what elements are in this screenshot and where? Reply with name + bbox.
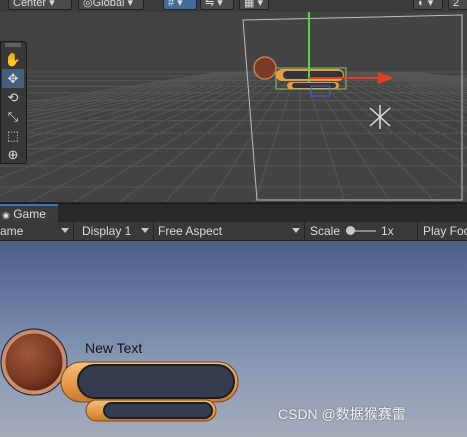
scale-value: 1x <box>381 224 394 238</box>
grid-snap-label: # <box>168 0 175 9</box>
view-options-button[interactable]: ▦ ▾ <box>239 0 269 10</box>
canvas-bounds <box>242 14 463 201</box>
hand-tool-icon: ✋ <box>4 51 22 67</box>
scene-ui-objects <box>253 56 344 97</box>
avatar-circle <box>2 330 66 394</box>
palette-grip[interactable] <box>2 42 24 48</box>
aspect-dropdown[interactable]: Free Aspect <box>155 222 305 240</box>
game-tab-icon: ◉ <box>2 210 10 220</box>
grid-line <box>164 71 289 202</box>
scale-label: Scale <box>310 224 341 238</box>
tab-game[interactable]: ◉ Game <box>0 204 58 223</box>
grid-line <box>307 71 391 202</box>
game-tab-label: Game <box>13 207 46 221</box>
grid-line <box>323 71 467 149</box>
grid-line <box>359 71 467 96</box>
pivot-label: Center <box>13 0 47 9</box>
grid-line <box>254 71 297 202</box>
grid-icon: ▦ <box>244 0 255 9</box>
grid-line <box>0 71 229 113</box>
rotate-tool-icon: ⟲ <box>7 89 19 105</box>
chevron-down-icon <box>292 228 300 233</box>
play-focused-label: Play Foc <box>423 224 467 238</box>
display-label: Display 1 <box>82 224 132 238</box>
grid-line <box>119 71 285 202</box>
aspect-label: Free Aspect <box>158 224 223 238</box>
sub-bar <box>85 399 217 422</box>
watermark-text: CSDN @数据猴赛雷 <box>278 406 406 422</box>
play-focused-dropdown[interactable]: Play Foc <box>419 222 467 240</box>
hand-tool[interactable]: ✋ <box>2 50 24 69</box>
snap-icon: ⇋ <box>205 0 215 9</box>
scale-slider-thumb[interactable] <box>346 226 355 235</box>
chevron-down-icon <box>61 228 69 233</box>
rect-tool[interactable]: ⬚ <box>2 126 24 145</box>
scene-circle <box>253 56 277 80</box>
display-dropdown[interactable]: Display 1 <box>75 222 154 240</box>
grid-line <box>0 71 265 166</box>
scene-view[interactable]: ✋ ✥ ⟲ ⤡ ⬚ ⊕ <box>0 12 467 202</box>
game-mode-dropdown[interactable]: ame <box>0 222 74 240</box>
move-tool-icon: ✥ <box>7 70 19 86</box>
grid-snap-toggle[interactable]: # ▾ <box>163 0 197 10</box>
gizmo-label: 2 <box>453 0 460 9</box>
scene-grid <box>0 12 467 202</box>
game-mode-label: ame <box>0 224 24 238</box>
rotate-tool[interactable]: ⟲ <box>2 88 24 107</box>
grid-line <box>347 71 467 104</box>
scale-tool-icon: ⤡ <box>7 108 19 124</box>
space-label: Global <box>92 0 125 9</box>
space-dropdown[interactable]: ◎Global ▾ <box>78 0 144 10</box>
game-toolbar: ame Display 1 Free Aspect Scale 1x Play … <box>0 222 467 241</box>
game-tab-bar: ◉ Game <box>0 203 467 223</box>
transform-tool-icon: ⊕ <box>7 146 19 162</box>
chevron-down-icon <box>141 228 149 233</box>
grid-line <box>29 71 277 202</box>
globe-icon: ◎ <box>83 0 93 9</box>
increment-snap-button[interactable]: ⇋ ▾ <box>200 0 234 10</box>
ui-text-label: New Text <box>85 340 143 356</box>
grid-line <box>303 71 346 202</box>
tool-palette: ✋ ✥ ⟲ ⤡ ⬚ ⊕ <box>0 41 27 164</box>
gizmos-button[interactable]: 2 <box>448 0 467 10</box>
scale-tool[interactable]: ⤡ <box>2 107 24 126</box>
grid-line <box>351 71 467 101</box>
transform-tool[interactable]: ⊕ <box>2 145 24 164</box>
scale-control: Scale 1x <box>306 222 418 240</box>
move-tool[interactable]: ✥ <box>2 69 24 88</box>
grid-line <box>209 71 293 202</box>
grid-line <box>0 71 249 134</box>
main-bar <box>60 361 239 403</box>
game-view[interactable]: New Text CSDN @数据猴赛雷 <box>0 241 467 437</box>
grid-line <box>0 71 225 110</box>
pivot-dropdown[interactable]: Center ▾ <box>8 0 72 10</box>
lighting-toggle[interactable]: ◐ ▾ <box>413 0 443 10</box>
rect-tool-icon: ⬚ <box>6 127 20 143</box>
grid-line <box>319 71 467 166</box>
grid-line <box>343 71 467 108</box>
moon-icon: ◐ <box>418 0 425 9</box>
